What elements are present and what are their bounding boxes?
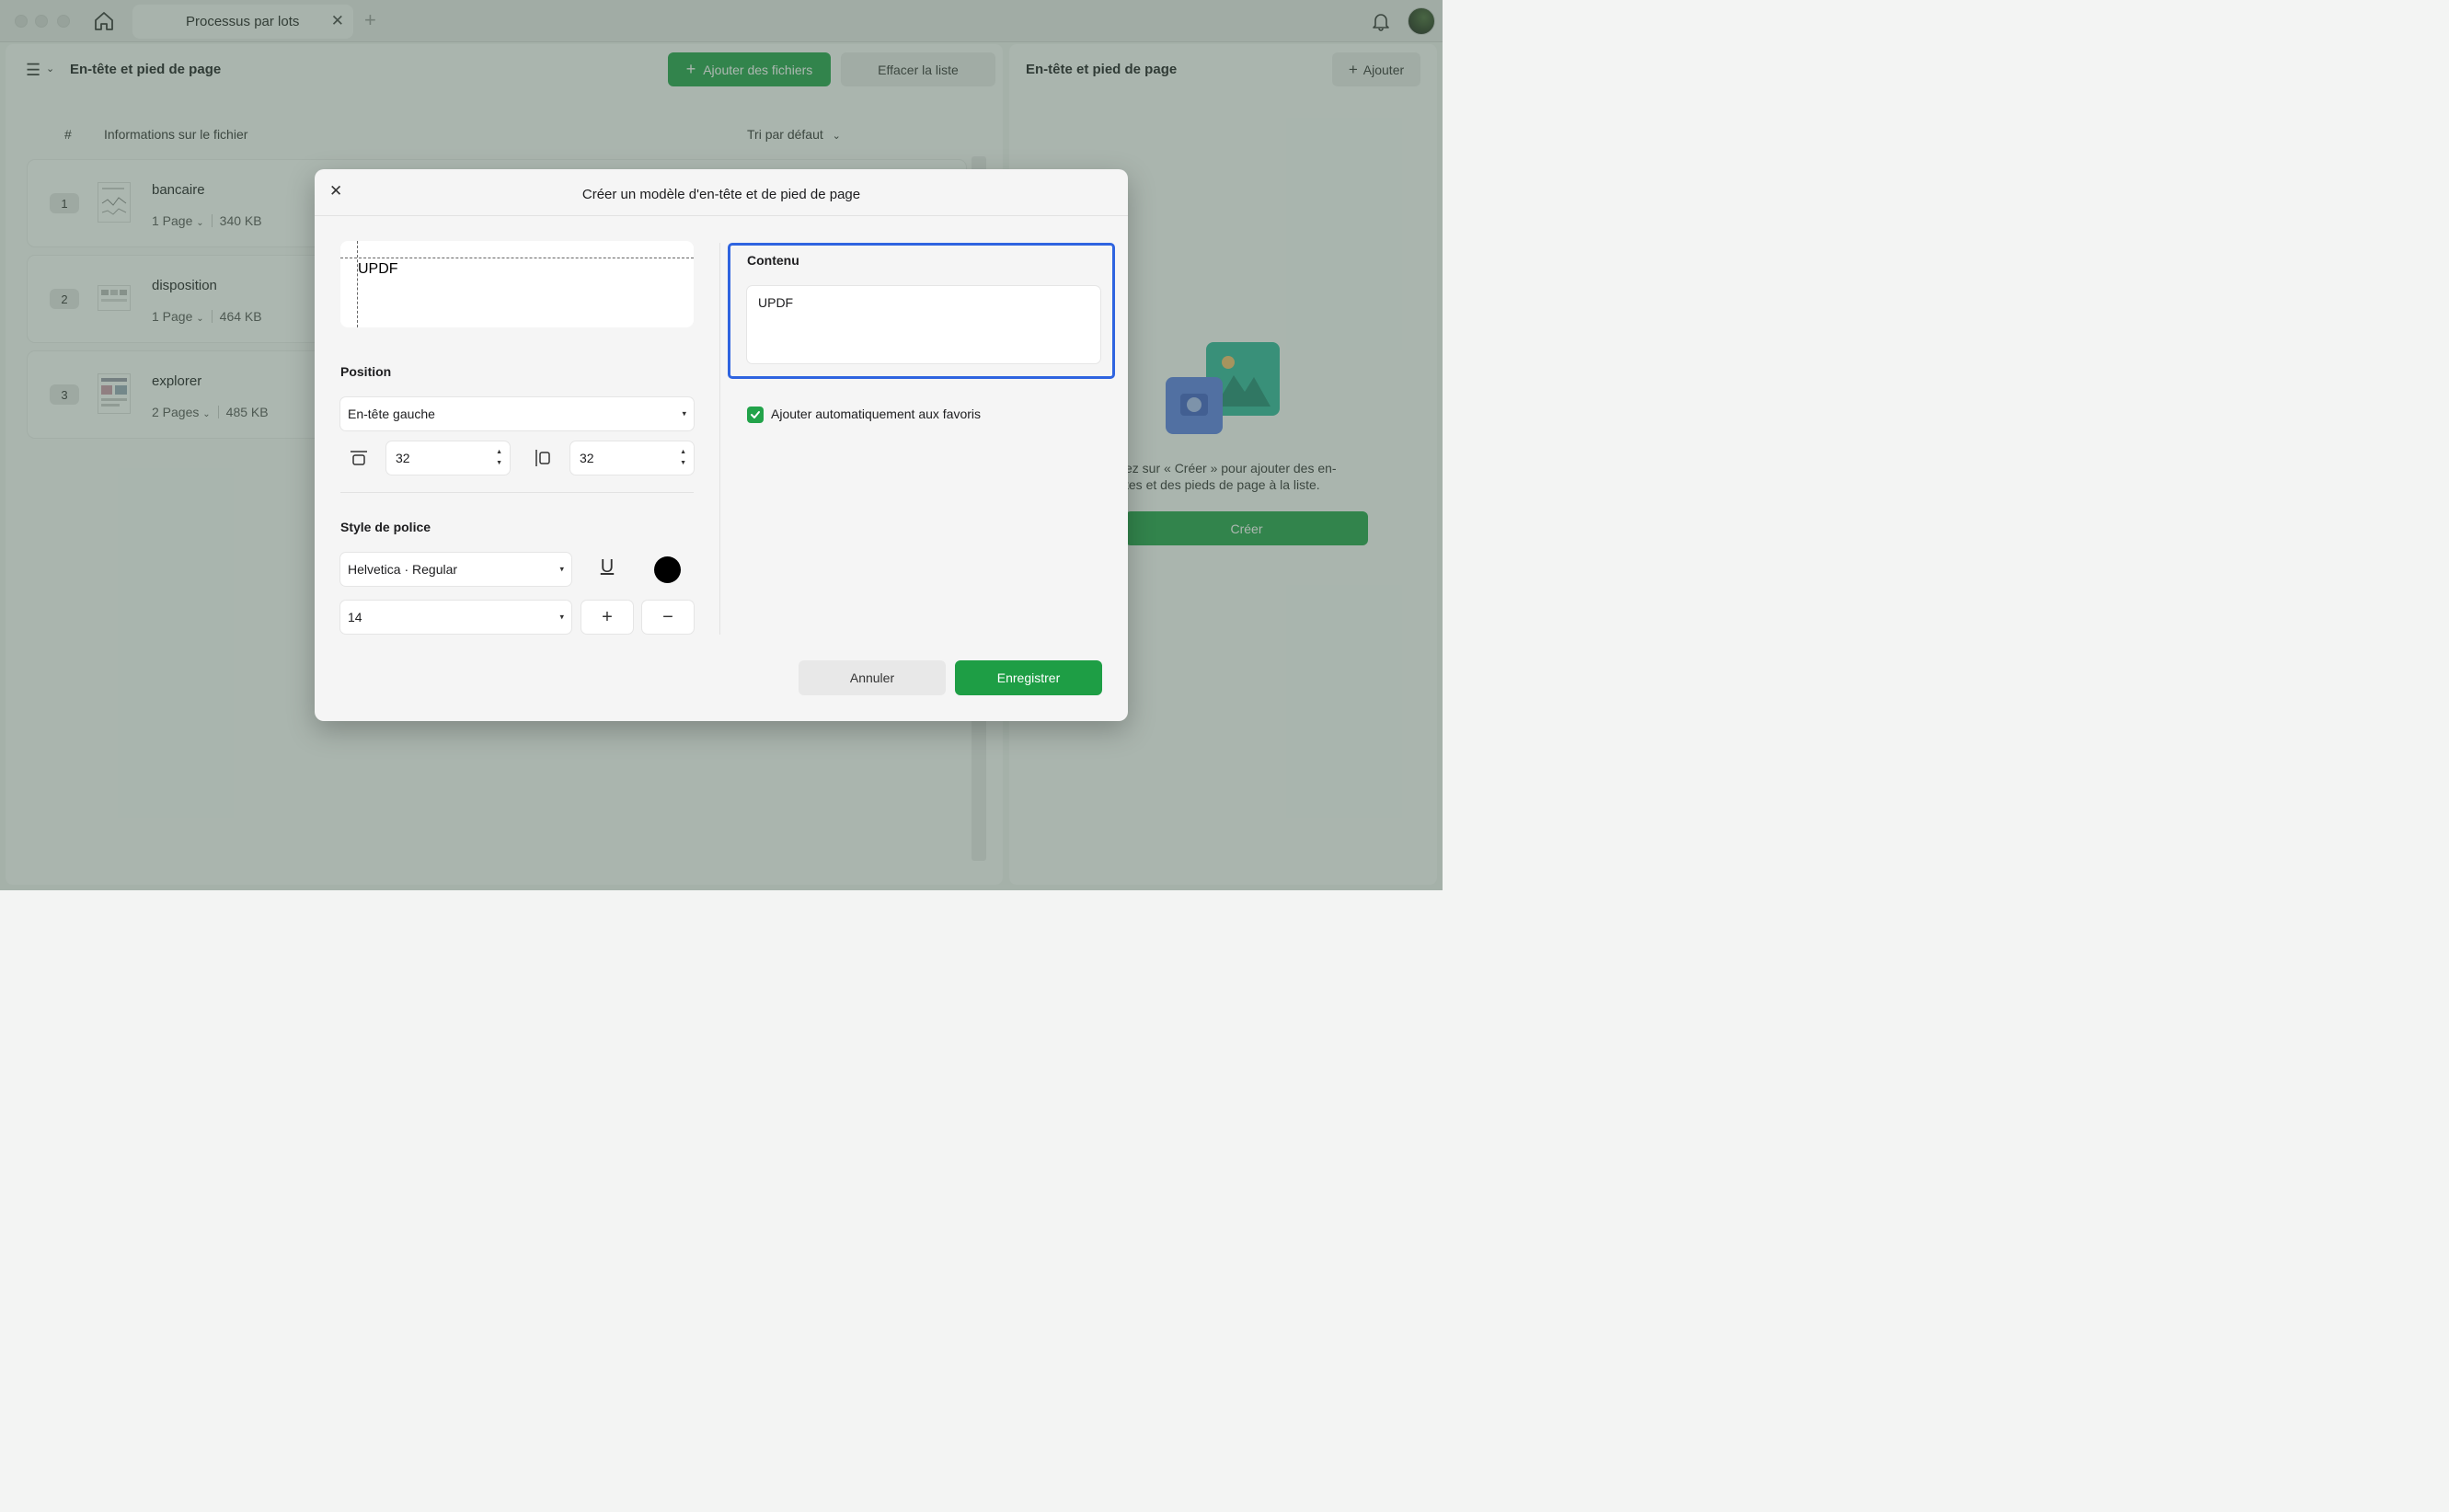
font-family-value: Helvetica · Regular: [348, 562, 458, 577]
font-style-label: Style de police: [340, 520, 431, 534]
decrease-size-button[interactable]: −: [642, 601, 694, 634]
side-margin-value: 32: [580, 451, 594, 465]
dropdown-caret-icon: ▾: [559, 612, 564, 622]
font-size-select[interactable]: 14 ▾: [340, 601, 571, 634]
stepper-arrows-icon[interactable]: ▲ ▼: [496, 447, 502, 469]
stepper-arrows-icon[interactable]: ▲ ▼: [680, 447, 686, 469]
cancel-button[interactable]: Annuler: [799, 660, 946, 695]
font-color-picker[interactable]: [654, 556, 681, 583]
checkmark-icon: [751, 411, 760, 418]
content-section: Contenu UPDF: [728, 243, 1115, 379]
underline-button[interactable]: U: [592, 556, 622, 582]
top-margin-icon: [348, 447, 370, 469]
position-select[interactable]: En-tête gauche ▾: [340, 397, 694, 430]
side-margin-stepper[interactable]: 32 ▲ ▼: [570, 441, 694, 475]
divider: [315, 215, 1128, 216]
divider: [719, 243, 720, 635]
auto-favorite-checkbox[interactable]: [747, 407, 764, 423]
content-label: Contenu: [747, 253, 799, 268]
side-margin-icon: [532, 447, 554, 469]
preview-text: UPDF: [358, 261, 398, 277]
header-preview: UPDF: [340, 241, 694, 327]
font-family-select[interactable]: Helvetica · Regular ▾: [340, 553, 571, 586]
content-textarea[interactable]: UPDF: [747, 286, 1100, 363]
position-label: Position: [340, 364, 392, 379]
dropdown-caret-icon: ▾: [559, 564, 564, 574]
increase-size-button[interactable]: +: [581, 601, 633, 634]
divider: [340, 492, 694, 493]
auto-favorite-label[interactable]: Ajouter automatiquement aux favoris: [771, 407, 981, 421]
top-margin-stepper[interactable]: 32 ▲ ▼: [386, 441, 510, 475]
position-value: En-tête gauche: [348, 407, 435, 421]
font-size-value: 14: [348, 610, 362, 624]
dialog-title: Créer un modèle d'en-tête et de pied de …: [581, 187, 861, 202]
margin-guide-vertical: [357, 241, 358, 327]
save-button[interactable]: Enregistrer: [955, 660, 1102, 695]
top-margin-value: 32: [396, 451, 410, 465]
create-template-dialog: ✕ Créer un modèle d'en-tête et de pied d…: [315, 169, 1128, 721]
dropdown-caret-icon: ▾: [682, 408, 686, 418]
